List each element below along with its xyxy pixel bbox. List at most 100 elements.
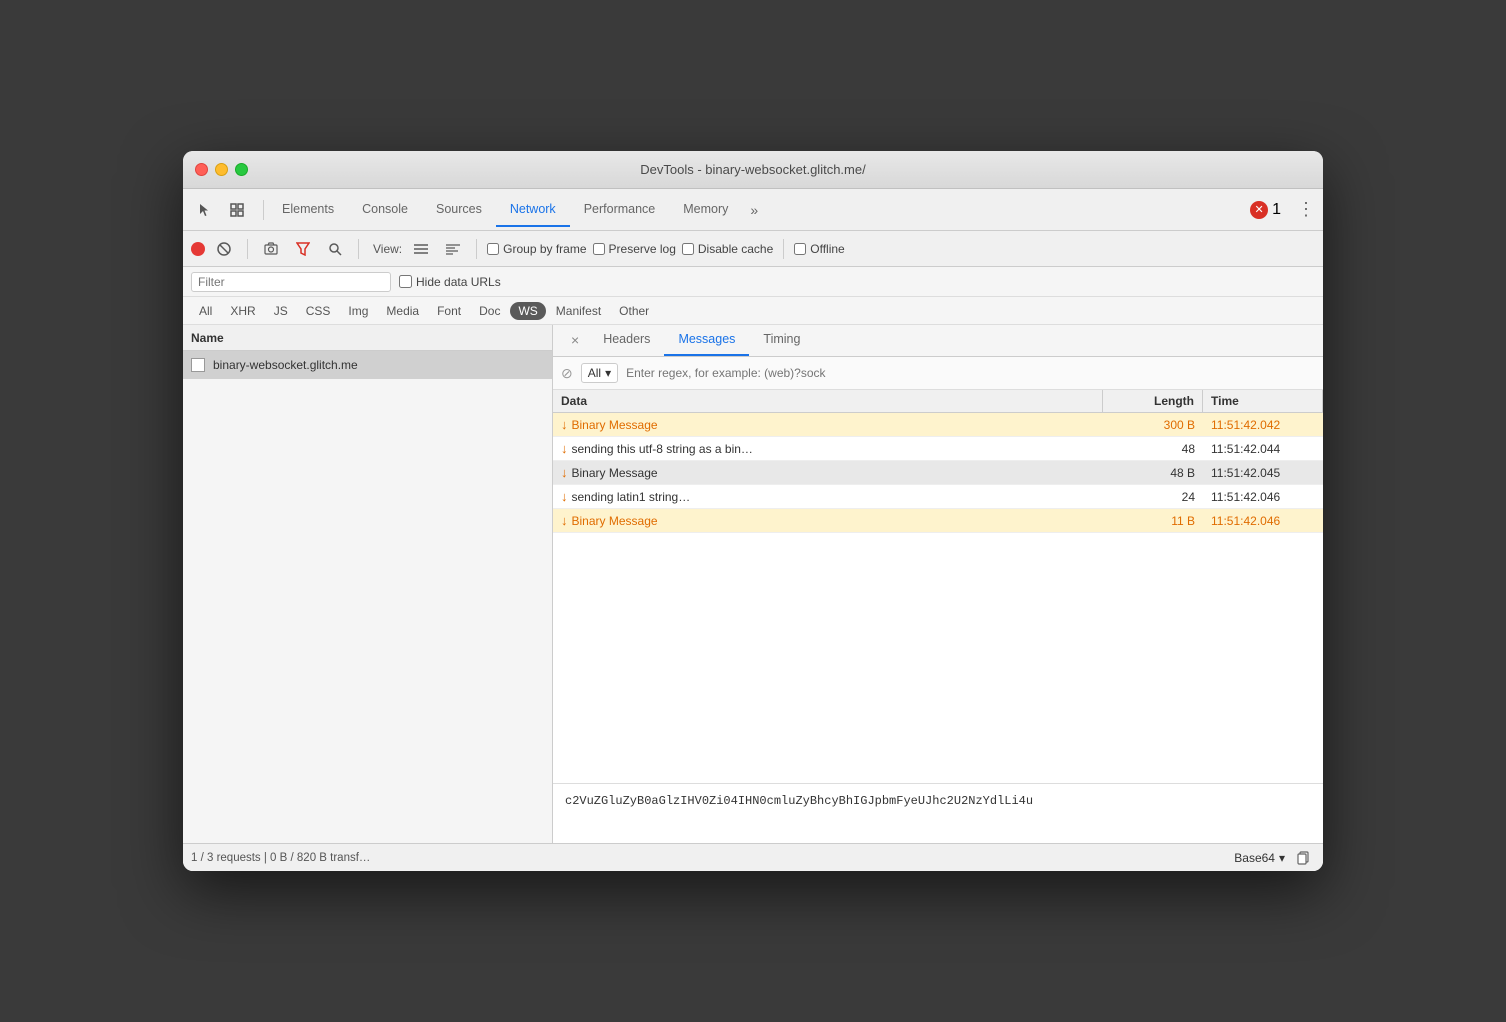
toolbar-divider-4 [476, 239, 477, 259]
group-by-frame-checkbox[interactable] [487, 243, 499, 255]
msg-arrow-2: ↓ [561, 441, 568, 456]
msg-arrow-5: ↓ [561, 513, 568, 528]
msg-data-5: ↓ Binary Message [553, 510, 1103, 531]
message-row-3[interactable]: ↓ Binary Message 48 B 11:51:42.045 [553, 461, 1323, 485]
filter-ws[interactable]: WS [510, 302, 545, 320]
view-list-icon[interactable] [408, 236, 434, 262]
tab-console[interactable]: Console [348, 192, 422, 227]
tab-elements[interactable]: Elements [268, 192, 348, 227]
msg-data-3: ↓ Binary Message [553, 462, 1103, 483]
base64-select[interactable]: Base64 ▾ [1234, 851, 1285, 865]
error-badge: ✕ [1250, 201, 1268, 219]
messages-filter-bar: ⊘ All ▾ [553, 357, 1323, 390]
search-icon[interactable] [322, 236, 348, 262]
detail-close-button[interactable]: × [561, 325, 589, 356]
tab-performance[interactable]: Performance [570, 192, 670, 227]
pointer-icon[interactable] [191, 196, 219, 224]
filter-manifest[interactable]: Manifest [548, 302, 609, 320]
camera-icon[interactable] [258, 236, 284, 262]
toolbar-divider-3 [358, 239, 359, 259]
message-row-5[interactable]: ↓ Binary Message 11 B 11:51:42.046 [553, 509, 1323, 533]
hide-data-urls-label: Hide data URLs [416, 275, 501, 289]
clear-button[interactable] [211, 236, 237, 262]
detail-tabs: × Headers Messages Timing [553, 325, 1323, 357]
filter-js[interactable]: JS [266, 302, 296, 320]
col-data-header: Data [553, 390, 1103, 412]
tab-more-button[interactable]: » [742, 192, 766, 227]
tab-network[interactable]: Network [496, 192, 570, 227]
devtools-window: DevTools - binary-websocket.glitch.me/ E… [183, 151, 1323, 871]
disable-cache-group[interactable]: Disable cache [682, 242, 773, 256]
close-button[interactable] [195, 163, 208, 176]
messages-header-row: Data Length Time [553, 390, 1323, 413]
msg-length-4: 24 [1103, 487, 1203, 507]
messages-search-input[interactable] [626, 366, 1315, 380]
binary-preview-text: c2VuZGluZyB0aGlzIHV0Zi04IHN0cmluZyBhcyBh… [565, 794, 1033, 808]
tab-memory[interactable]: Memory [669, 192, 742, 227]
message-row-1[interactable]: ↓ Binary Message 300 B 11:51:42.042 [553, 413, 1323, 437]
msg-time-4: 11:51:42.046 [1203, 487, 1323, 507]
messages-all-filter[interactable]: All ▾ [581, 363, 618, 383]
filter-font[interactable]: Font [429, 302, 469, 320]
record-button[interactable] [191, 242, 205, 256]
msg-text-2: sending this utf-8 string as a bin… [572, 442, 753, 456]
copy-button[interactable] [1293, 847, 1315, 869]
minimize-button[interactable] [215, 163, 228, 176]
toolbar-divider-1 [263, 200, 264, 220]
maximize-button[interactable] [235, 163, 248, 176]
requests-name-header: Name [191, 331, 224, 345]
message-row-2[interactable]: ↓ sending this utf-8 string as a bin… 48… [553, 437, 1323, 461]
filter-dropdown-icon: ▾ [605, 366, 611, 380]
disable-cache-label: Disable cache [698, 242, 773, 256]
msg-arrow-4: ↓ [561, 489, 568, 504]
message-row-4[interactable]: ↓ sending latin1 string… 24 11:51:42.046 [553, 485, 1323, 509]
request-item[interactable]: binary-websocket.glitch.me [183, 351, 552, 379]
preserve-log-label: Preserve log [609, 242, 676, 256]
msg-text-3: Binary Message [572, 466, 658, 480]
filter-icon[interactable] [290, 236, 316, 262]
filter-img[interactable]: Img [340, 302, 376, 320]
msg-length-2: 48 [1103, 439, 1203, 459]
view-label: View: [373, 242, 402, 256]
tab-headers[interactable]: Headers [589, 325, 664, 356]
filter-css[interactable]: CSS [298, 302, 339, 320]
devtools-menu-icon[interactable]: ⋮ [1297, 199, 1315, 220]
offline-label: Offline [810, 242, 844, 256]
status-text: 1 / 3 requests | 0 B / 820 B transf… [191, 852, 1226, 864]
msg-time-3: 11:51:42.045 [1203, 463, 1323, 483]
msg-data-4: ↓ sending latin1 string… [553, 486, 1103, 507]
tab-messages[interactable]: Messages [664, 325, 749, 356]
preserve-log-group[interactable]: Preserve log [593, 242, 676, 256]
inspect-icon[interactable] [223, 196, 251, 224]
tab-error-group: ✕ 1 [1250, 201, 1281, 219]
msg-length-3: 48 B [1103, 463, 1203, 483]
filter-media[interactable]: Media [378, 302, 427, 320]
offline-checkbox[interactable] [794, 243, 806, 255]
disable-cache-checkbox[interactable] [682, 243, 694, 255]
view-waterfall-icon[interactable] [440, 236, 466, 262]
preserve-log-checkbox[interactable] [593, 243, 605, 255]
msg-length-1: 300 B [1103, 415, 1203, 435]
filter-doc[interactable]: Doc [471, 302, 508, 320]
filter-no-icon: ⊘ [561, 365, 573, 382]
filter-bar: Hide data URLs [183, 267, 1323, 297]
hide-data-urls-checkbox[interactable] [399, 275, 412, 288]
tab-timing[interactable]: Timing [749, 325, 814, 356]
filter-input[interactable] [191, 272, 391, 292]
traffic-lights [195, 163, 248, 176]
detail-panel: × Headers Messages Timing ⊘ All ▾ [553, 325, 1323, 843]
filter-other[interactable]: Other [611, 302, 657, 320]
msg-text-5: Binary Message [572, 514, 658, 528]
tab-sources[interactable]: Sources [422, 192, 496, 227]
filter-xhr[interactable]: XHR [222, 302, 263, 320]
requests-panel: Name binary-websocket.glitch.me [183, 325, 553, 843]
title-bar: DevTools - binary-websocket.glitch.me/ [183, 151, 1323, 189]
offline-group[interactable]: Offline [794, 242, 844, 256]
group-by-frame-group[interactable]: Group by frame [487, 242, 586, 256]
status-bar: 1 / 3 requests | 0 B / 820 B transf… Bas… [183, 843, 1323, 871]
toolbar-top: Elements Console Sources Network Perform… [183, 189, 1323, 231]
filter-all[interactable]: All [191, 302, 220, 320]
window-title: DevTools - binary-websocket.glitch.me/ [640, 162, 865, 177]
toolbar-divider-5 [783, 239, 784, 259]
hide-data-urls-group[interactable]: Hide data URLs [399, 275, 501, 289]
